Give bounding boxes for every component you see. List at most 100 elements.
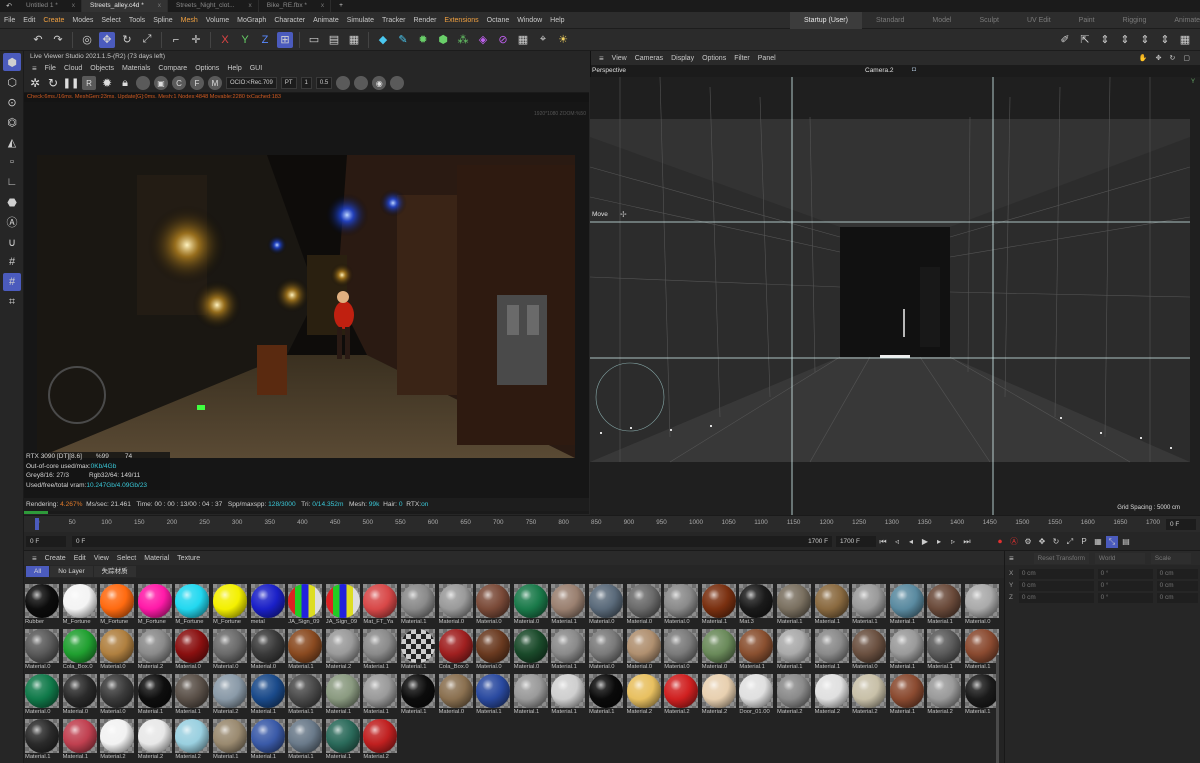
rotate-tool-icon[interactable]: ↻ (119, 32, 135, 48)
circle-icon[interactable] (336, 76, 351, 90)
pan-icon[interactable]: ✋ (1135, 54, 1152, 62)
move-tool-icon[interactable]: ✥ (99, 31, 115, 48)
menu-render[interactable]: Render (409, 17, 440, 24)
material-swatch[interactable]: Material.1 (701, 584, 736, 627)
menu-cloud[interactable]: Cloud (60, 65, 86, 72)
close-icon[interactable]: x (249, 2, 252, 9)
menu-options[interactable]: Options (698, 55, 730, 62)
circle-icon[interactable] (354, 76, 369, 90)
material-swatch[interactable]: Mat_FT_Ya (363, 584, 398, 627)
close-icon[interactable]: x (158, 2, 161, 9)
material-swatch[interactable]: Material.0 (438, 584, 473, 627)
material-swatch[interactable]: Material.1 (814, 584, 849, 627)
material-swatch[interactable]: JA_Sign_09 (288, 584, 323, 627)
playhead[interactable] (35, 518, 39, 530)
pause-icon[interactable]: ❚❚ (63, 76, 80, 90)
menu-cameras[interactable]: Cameras (631, 55, 667, 62)
scale-select[interactable]: Scale (1150, 552, 1191, 564)
material-swatch[interactable]: Material.2 (137, 719, 172, 762)
go-to-end-icon[interactable]: ⏭ (961, 536, 973, 548)
menu-volume[interactable]: Volume (202, 17, 233, 24)
document-tab[interactable]: Streets_alley.c4d * x (82, 0, 169, 12)
settings-icon[interactable]: ✲ (28, 76, 42, 90)
material-swatch[interactable]: Material.1 (288, 674, 323, 717)
gear-icon[interactable]: ✹ (100, 76, 114, 90)
cube-icon[interactable]: ◆ (375, 32, 391, 48)
menu-create[interactable]: Create (41, 555, 70, 562)
live-selection-icon[interactable]: ◎ (79, 32, 95, 48)
material-swatch[interactable]: Material.1 (777, 629, 811, 672)
axis-mode-icon[interactable]: ∟ (3, 173, 21, 191)
material-swatch[interactable]: Material.1 (476, 674, 511, 717)
menu-select[interactable]: Select (97, 17, 124, 24)
magnet-icon[interactable]: ∪ (3, 233, 21, 251)
extrude-icon[interactable]: ⬢ (435, 32, 451, 48)
material-swatch[interactable]: Material.0 (701, 629, 736, 672)
menu-view[interactable]: View (90, 555, 113, 562)
prev-key-icon[interactable]: ◃ (891, 536, 903, 548)
menu-file[interactable]: File (41, 65, 60, 72)
menu-edit[interactable]: Edit (19, 17, 39, 24)
spinner-1[interactable]: 1 (300, 77, 312, 89)
pen-icon[interactable]: ✎ (395, 32, 411, 48)
arrows-icon[interactable]: ⇕ (1097, 32, 1113, 48)
go-to-start-icon[interactable]: ⏮ (877, 536, 889, 548)
menu-view[interactable]: View (608, 55, 631, 62)
material-swatch[interactable]: Material.2 (701, 674, 736, 717)
current-frame-field[interactable]: 0 F (1166, 519, 1196, 530)
tweak-icon[interactable]: ⬣ (3, 193, 21, 211)
position-field[interactable]: 0 cm (1018, 593, 1094, 603)
render-settings-icon[interactable]: ▦ (346, 32, 362, 48)
redo-icon[interactable]: ↷ (50, 32, 66, 48)
menu-compare[interactable]: Compare (154, 65, 191, 72)
material-swatch[interactable]: Material.1 (250, 719, 285, 762)
timeline-icon[interactable]: ▤ (1120, 536, 1132, 548)
export-icon[interactable]: ⇱ (1077, 32, 1093, 48)
zoom-view-icon[interactable]: ↻ (1166, 54, 1180, 62)
material-swatch[interactable]: Material.1 (363, 629, 398, 672)
subdivision-icon[interactable]: ✹ (415, 32, 431, 48)
layout-tab[interactable]: Standard (862, 12, 918, 29)
material-swatch[interactable]: Material.2 (626, 674, 661, 717)
material-swatch[interactable]: Material.2 (363, 719, 398, 762)
material-swatch[interactable]: Material.0 (589, 584, 623, 627)
render-region-icon[interactable]: R (82, 76, 96, 90)
material-swatch[interactable]: Mat.3 (739, 584, 774, 627)
material-swatch[interactable]: Material.0 (664, 629, 699, 672)
menu-create[interactable]: Create (39, 17, 68, 24)
document-tab[interactable]: Bike_RE.fbx * x (259, 0, 332, 12)
material-swatch[interactable]: Material.0 (62, 674, 97, 717)
material-scrollbar[interactable] (996, 655, 999, 763)
play-icon[interactable]: ▶ (919, 536, 931, 548)
camera-name[interactable]: Camera.2 (865, 67, 894, 74)
material-swatch[interactable]: Material.2 (175, 719, 210, 762)
scale-tool-icon[interactable]: ⤢ (139, 32, 155, 48)
material-swatch[interactable]: Material.2 (852, 674, 887, 717)
menu-texture[interactable]: Texture (173, 555, 204, 562)
pick-icon[interactable]: ▣ (154, 76, 168, 90)
material-swatch[interactable]: Material.2 (137, 629, 172, 672)
material-swatch[interactable]: M_Fortune (100, 584, 135, 627)
material-swatch[interactable]: Material.0 (513, 629, 548, 672)
scene-grid-icon[interactable]: ▦ (515, 32, 531, 48)
param-key-icon[interactable]: P (1078, 536, 1090, 548)
add-tab-button[interactable]: + (331, 0, 349, 12)
material-swatch[interactable]: Cola_Box.0 (62, 629, 97, 672)
menu-filter[interactable]: Filter (730, 55, 754, 62)
filter-tab[interactable]: All (26, 566, 50, 577)
material-swatch[interactable]: M_Fortune (137, 584, 172, 627)
menu-materials[interactable]: Materials (118, 65, 154, 72)
menu-help[interactable]: Help (223, 65, 245, 72)
hamburger-icon[interactable]: ≡ (28, 64, 41, 73)
prev-frame-icon[interactable]: ◂ (905, 536, 917, 548)
axis-lock-icon[interactable]: ⌗ (3, 293, 21, 311)
coordinate-system-icon[interactable]: ⊞ (277, 31, 293, 48)
autokey-icon[interactable]: Ⓐ (1008, 536, 1020, 548)
menu-spline[interactable]: Spline (149, 17, 176, 24)
material-swatch[interactable]: Material.2 (325, 629, 360, 672)
layout-tab[interactable]: Startup (User) (790, 12, 862, 29)
menu-modes[interactable]: Modes (68, 17, 97, 24)
arrows-icon[interactable]: ⇕ (1117, 32, 1133, 48)
edge-mode-icon[interactable]: ⏣ (3, 113, 21, 131)
material-swatch[interactable]: Material.1 (288, 629, 323, 672)
